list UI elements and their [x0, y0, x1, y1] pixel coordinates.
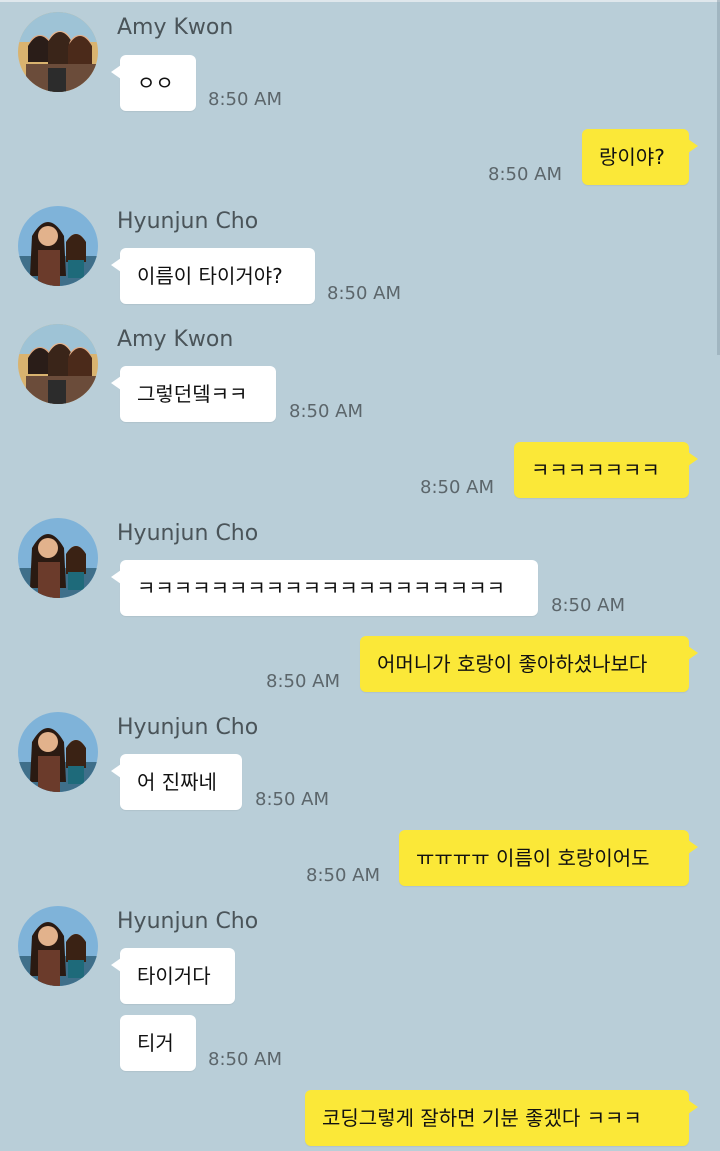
message-bubble-incoming[interactable]: 이름이 타이거야? — [111, 248, 315, 304]
avatar-hyunjun-cho[interactable] — [18, 712, 98, 792]
message-text: 어머니가 호랑이 좋아하셨나보다 — [377, 652, 648, 676]
message-bubble-outgoing[interactable]: 코딩그렇게 잘하면 기분 좋겠다 ㅋㅋㅋ — [305, 1090, 698, 1146]
message-text: ㅇㅇ — [137, 71, 174, 95]
avatar-hyunjun-cho[interactable] — [18, 906, 98, 986]
person-photo-icon — [18, 712, 98, 792]
message-bubble-incoming[interactable]: ㅇㅇ — [111, 55, 196, 111]
sender-name: Amy Kwon — [117, 327, 234, 352]
message-text: 코딩그렇게 잘하면 기분 좋겠다 ㅋㅋㅋ — [322, 1106, 642, 1130]
message-time: 8:50 AM — [551, 595, 625, 616]
message-time: 8:50 AM — [327, 283, 401, 304]
message-time: 8:50 AM — [255, 789, 329, 810]
message-time: 8:50 AM — [306, 865, 380, 886]
message-text: ㅋㅋㅋㅋㅋㅋㅋㅋㅋㅋㅋㅋㅋㅋㅋㅋㅋㅋㅋㅋ — [137, 576, 505, 600]
sender-name: Hyunjun Cho — [117, 715, 259, 740]
message-bubble-outgoing[interactable]: ㅋㅋㅋㅋㅋㅋㅋ — [514, 442, 698, 498]
message-text: 랑이야? — [599, 145, 665, 169]
message-time: 8:50 AM — [488, 164, 562, 185]
group-photo-icon — [18, 12, 98, 92]
message-text: 어 진짜네 — [137, 770, 217, 794]
message-bubble-incoming[interactable]: 어 진짜네 — [111, 754, 242, 810]
message-time: 8:50 AM — [420, 477, 494, 498]
message-bubble-outgoing[interactable]: 랑이야? — [582, 129, 698, 185]
avatar-hyunjun-cho[interactable] — [18, 518, 98, 598]
message-text: ㅠㅠㅠㅠ 이름이 호랑이어도 — [416, 846, 650, 870]
sender-name: Hyunjun Cho — [117, 909, 259, 934]
message-text: 티거 — [137, 1031, 174, 1055]
person-photo-icon — [18, 518, 98, 598]
message-text: 타이거다 — [137, 964, 211, 988]
message-time: 8:50 AM — [266, 671, 340, 692]
avatar-amy-kwon[interactable] — [18, 12, 98, 92]
sender-name: Amy Kwon — [117, 15, 234, 40]
message-text: 이름이 타이거야? — [137, 264, 283, 288]
avatar-hyunjun-cho[interactable] — [18, 206, 98, 286]
message-bubble-incoming[interactable]: 그렇던뎈ㅋㅋ — [111, 366, 276, 422]
person-photo-icon — [18, 906, 98, 986]
avatar-amy-kwon[interactable] — [18, 324, 98, 404]
message-time: 8:50 AM — [289, 401, 363, 422]
message-bubble-incoming[interactable]: 티거 — [120, 1015, 196, 1071]
sender-name: Hyunjun Cho — [117, 521, 259, 546]
message-text: ㅋㅋㅋㅋㅋㅋㅋ — [531, 458, 660, 482]
message-time: 8:50 AM — [208, 89, 282, 110]
message-text: 그렇던뎈ㅋㅋ — [137, 382, 248, 406]
message-bubble-outgoing[interactable]: ㅠㅠㅠㅠ 이름이 호랑이어도 — [399, 830, 698, 886]
message-bubble-outgoing[interactable]: 어머니가 호랑이 좋아하셨나보다 — [360, 636, 698, 692]
sender-name: Hyunjun Cho — [117, 209, 259, 234]
message-time: 8:50 AM — [208, 1049, 282, 1070]
message-bubble-incoming[interactable]: ㅋㅋㅋㅋㅋㅋㅋㅋㅋㅋㅋㅋㅋㅋㅋㅋㅋㅋㅋㅋ — [111, 560, 538, 616]
group-photo-icon — [18, 324, 98, 404]
message-bubble-incoming[interactable]: 타이거다 — [111, 948, 235, 1004]
window-top-border — [0, 0, 720, 2]
person-photo-icon — [18, 206, 98, 286]
